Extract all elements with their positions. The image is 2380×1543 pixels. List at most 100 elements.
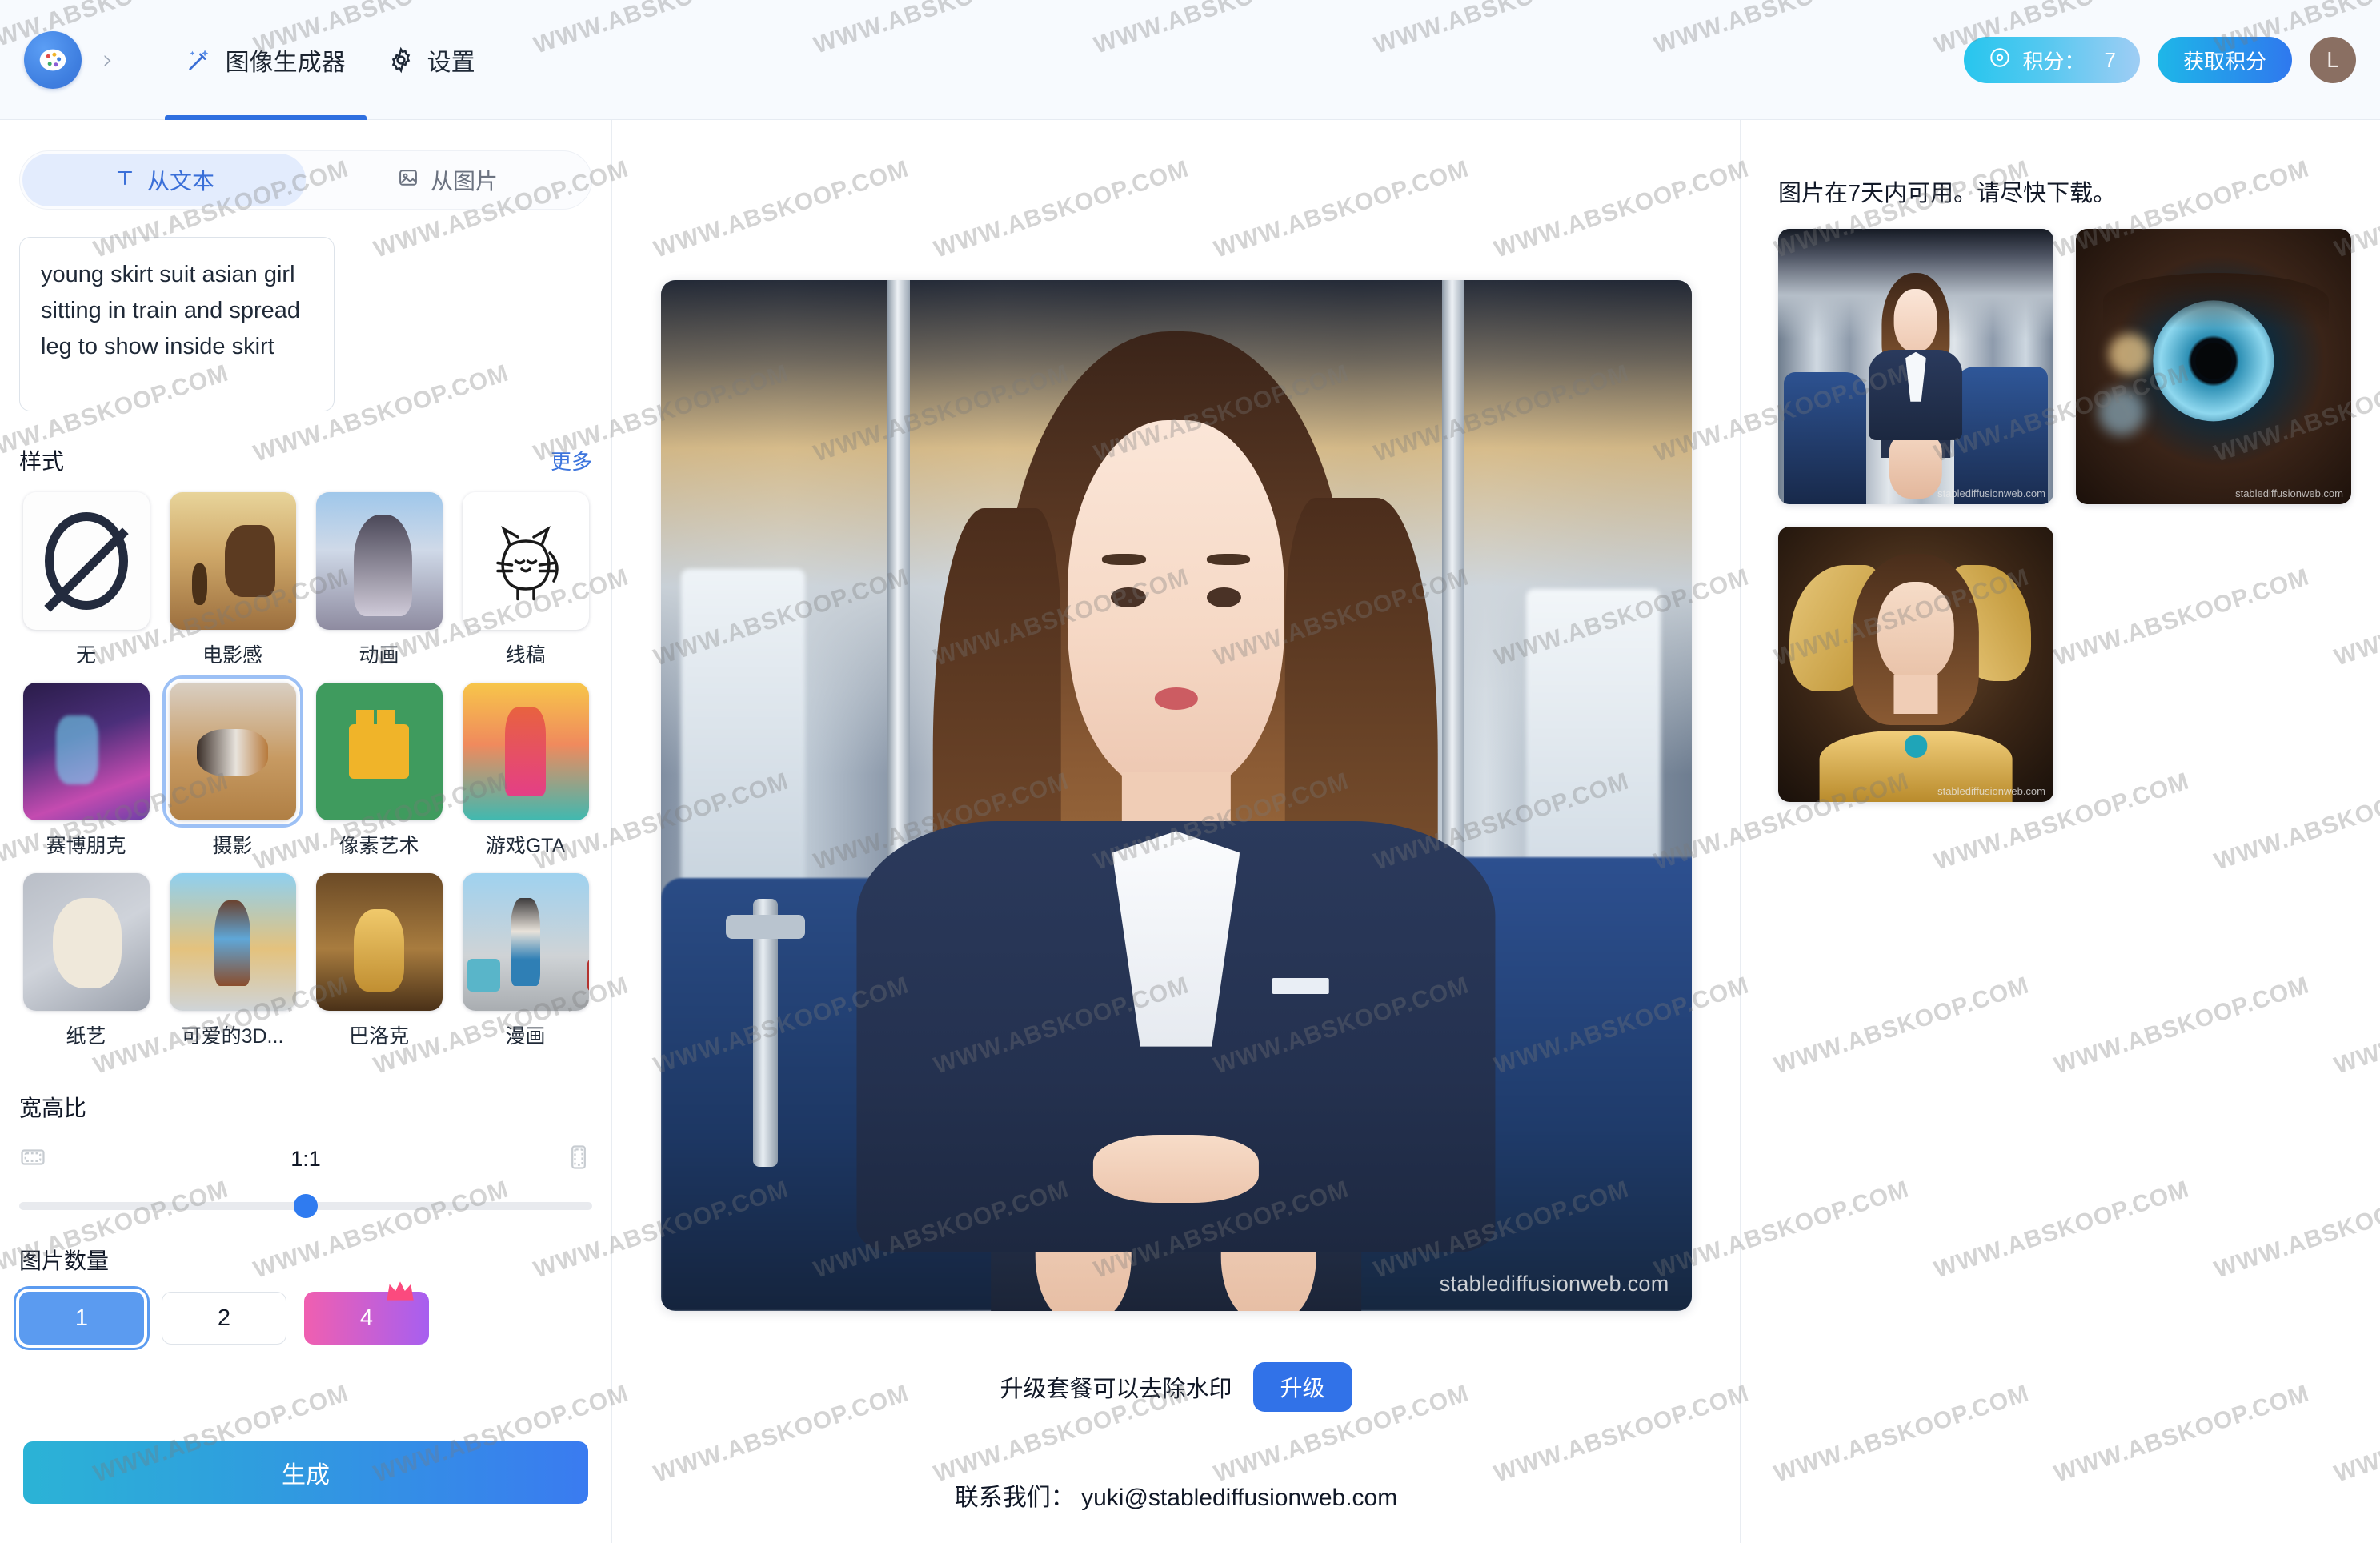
style-thumb-cinematic xyxy=(169,492,296,630)
generate-footer: 生成 xyxy=(0,1401,611,1543)
style-card-anime[interactable]: 动画 xyxy=(312,492,446,683)
image-count-title: 图片数量 xyxy=(19,1248,110,1273)
aspect-ratio-row: 1:1 xyxy=(19,1144,592,1175)
result-thumbnail-2[interactable]: stablediffusionweb.com xyxy=(2076,229,2351,504)
credits-badge[interactable]: 积分： 7 xyxy=(1963,37,2140,83)
style-card-pixel-art[interactable]: 像素艺术 xyxy=(312,683,446,873)
palette-brain-logo-icon[interactable] xyxy=(24,30,82,89)
style-label: 电影感 xyxy=(202,644,262,667)
style-card-cute-3d[interactable]: 可爱的3D... xyxy=(166,873,299,1064)
style-thumb-anime xyxy=(315,492,443,630)
expiry-notice: 图片在7天内可用。请尽快下载。 xyxy=(1778,181,2117,206)
text-t-icon xyxy=(114,166,136,194)
avatar[interactable]: L xyxy=(2310,37,2356,83)
style-more-link[interactable]: 更多 xyxy=(551,446,592,475)
nav-item-settings[interactable]: 设置 xyxy=(367,0,496,120)
style-label: 游戏GTA xyxy=(485,835,566,857)
aspect-ratio-slider[interactable] xyxy=(19,1194,592,1218)
style-section-header: 样式 更多 xyxy=(19,444,592,476)
style-card-photography[interactable]: 摄影 xyxy=(162,675,303,873)
nav-item-settings-label: 设置 xyxy=(427,49,475,76)
contact-text: 联系我们： yuki@stablediffusionweb.com xyxy=(954,1485,1398,1511)
credits-label: 积分： xyxy=(2022,49,2086,74)
slider-thumb[interactable] xyxy=(294,1194,318,1218)
style-label: 赛博朋克 xyxy=(46,835,126,857)
get-credits-button[interactable]: 获取积分 xyxy=(2157,37,2292,83)
thumbnail-watermark: stablediffusionweb.com xyxy=(1937,785,2045,797)
style-thumb-baroque xyxy=(315,873,443,1011)
image-count-1-button[interactable]: 1 xyxy=(19,1292,144,1345)
result-thumbnail-3[interactable]: stablediffusionweb.com xyxy=(1778,527,2053,802)
style-card-paper-art[interactable]: 纸艺 xyxy=(19,873,153,1064)
tab-from-image[interactable]: 从图片 xyxy=(306,154,589,206)
credit-token-icon xyxy=(1988,46,2012,75)
style-card-cinematic[interactable]: 电影感 xyxy=(166,492,299,683)
style-thumb-pixel-art xyxy=(315,683,443,820)
image-count-2-button[interactable]: 2 xyxy=(162,1292,286,1345)
tab-from-image-label: 从图片 xyxy=(430,169,498,194)
thumbnail-watermark: stablediffusionweb.com xyxy=(1937,487,2045,499)
nav-item-image-generator-label: 图像生成器 xyxy=(225,49,346,76)
image-icon xyxy=(397,166,419,194)
style-thumb-game-gta xyxy=(462,683,589,820)
prompt-input[interactable] xyxy=(19,237,335,411)
style-card-line-art[interactable]: 线稿 xyxy=(459,492,592,683)
style-label: 动画 xyxy=(359,644,399,667)
image-count-4-button[interactable]: 4 xyxy=(304,1281,429,1345)
style-card-baroque[interactable]: 巴洛克 xyxy=(312,873,446,1064)
style-thumb-photography xyxy=(162,675,303,828)
aspect-ratio-section: 宽高比 1:1 xyxy=(19,1091,592,1218)
style-card-none[interactable]: 无 xyxy=(19,492,153,683)
style-card-cyberpunk[interactable]: 赛博朋克 xyxy=(19,683,153,873)
upgrade-notice-text: 升级套餐可以去除水印 xyxy=(1000,1377,1232,1402)
generated-image xyxy=(660,280,1692,1311)
header-right-actions: 积分： 7 获取积分 L xyxy=(1963,0,2356,120)
landscape-frame-icon[interactable] xyxy=(19,1144,46,1175)
style-thumb-cute-3d xyxy=(169,873,296,1011)
generate-button[interactable]: 生成 xyxy=(23,1441,588,1504)
gear-icon xyxy=(387,46,415,74)
right-results-panel: 图片在7天内可用。请尽快下载。 stablediffusionweb.com s… xyxy=(1741,120,2380,1543)
result-thumbnails: stablediffusionweb.com stablediffusionwe… xyxy=(1778,229,2351,802)
image-watermark: stablediffusionweb.com xyxy=(1439,1272,1669,1296)
image-count-options: 1 2 4 xyxy=(19,1281,592,1345)
center-preview-panel: stablediffusionweb.com 升级套餐可以去除水印 升级 联系我… xyxy=(612,120,1741,1543)
tab-from-text-label: 从文本 xyxy=(146,169,214,194)
portrait-frame-icon[interactable] xyxy=(565,1144,592,1175)
source-tabs: 从文本 从图片 xyxy=(19,150,592,210)
style-grid: 无 电影感 动画 线稿 赛博朋克 摄影 像素艺术 游戏GTA 纸艺 可爱的3D.… xyxy=(19,492,592,1064)
style-thumb-comic xyxy=(462,873,589,1011)
magic-wand-icon xyxy=(186,46,213,74)
aspect-ratio-title: 宽高比 xyxy=(19,1096,87,1120)
chevron-right-icon[interactable]: › xyxy=(102,46,114,74)
style-label: 摄影 xyxy=(212,835,253,857)
style-label: 线稿 xyxy=(505,644,546,667)
style-label: 巴洛克 xyxy=(348,1025,409,1048)
style-thumb-cyberpunk xyxy=(22,683,150,820)
thumbnail-watermark: stablediffusionweb.com xyxy=(2235,487,2343,499)
generated-image-preview[interactable]: stablediffusionweb.com xyxy=(660,280,1692,1311)
upgrade-notice-row: 升级套餐可以去除水印 升级 xyxy=(612,1362,1740,1412)
style-section-title: 样式 xyxy=(19,449,65,474)
image-count-section: 图片数量 1 2 4 xyxy=(19,1244,592,1345)
style-thumb-paper-art xyxy=(22,873,150,1011)
style-card-game-gta[interactable]: 游戏GTA xyxy=(459,683,592,873)
upgrade-button[interactable]: 升级 xyxy=(1252,1362,1352,1412)
style-label: 纸艺 xyxy=(66,1025,106,1048)
aspect-ratio-value: 1:1 xyxy=(290,1147,321,1171)
left-controls-panel: 从文本 从图片 样式 更多 无 xyxy=(0,120,612,1543)
image-count-4-label: 4 xyxy=(359,1305,374,1331)
credits-value: 7 xyxy=(2104,47,2116,72)
result-thumbnail-1[interactable]: stablediffusionweb.com xyxy=(1778,229,2053,504)
style-card-comic[interactable]: 漫画 xyxy=(459,873,592,1064)
tab-from-text[interactable]: 从文本 xyxy=(22,154,306,206)
app-header: › 图像生成器 设置 积分： 7 获取积分 L xyxy=(0,0,2380,120)
crown-icon xyxy=(384,1279,416,1303)
style-thumb-line-art xyxy=(462,492,589,630)
style-thumb-none xyxy=(22,492,150,630)
style-label: 无 xyxy=(75,644,96,667)
style-label: 漫画 xyxy=(505,1025,546,1048)
nav-item-image-generator[interactable]: 图像生成器 xyxy=(164,0,367,120)
app-root: › 图像生成器 设置 积分： 7 获取积分 L 从文本 从图片 young sk… xyxy=(0,0,2380,1543)
style-label: 可爱的3D... xyxy=(181,1025,284,1048)
